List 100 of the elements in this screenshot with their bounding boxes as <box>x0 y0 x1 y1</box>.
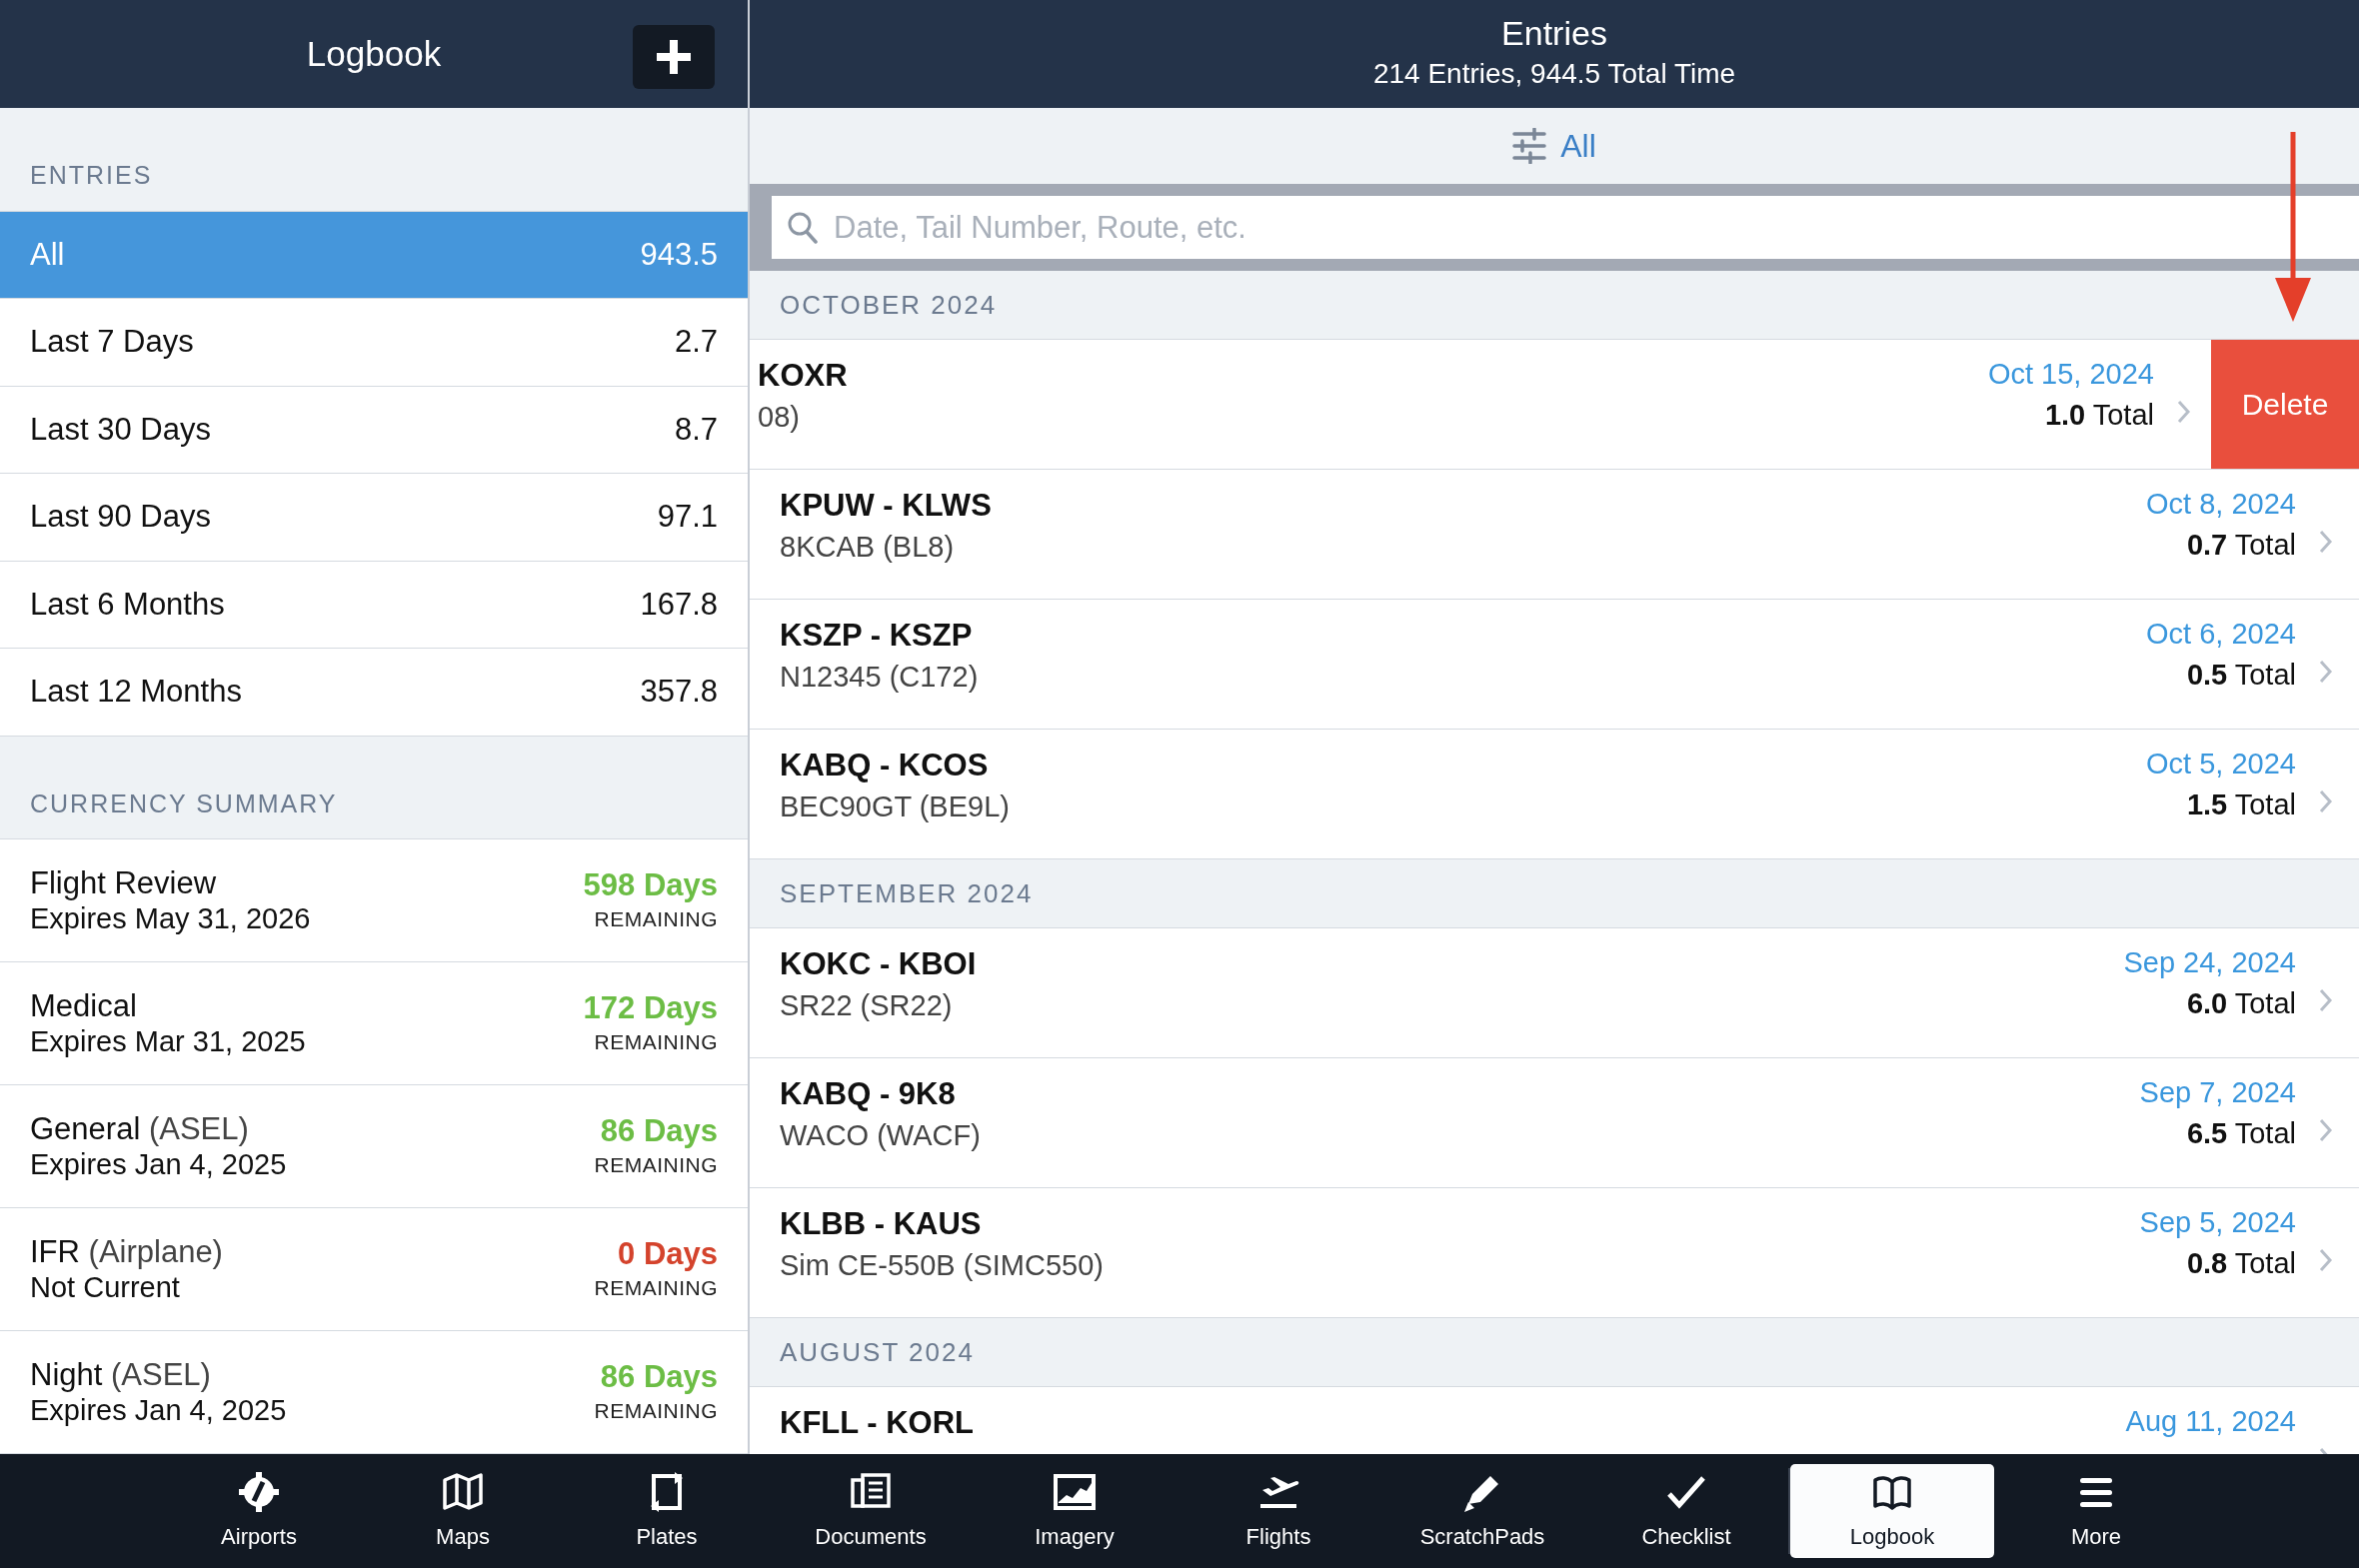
currency-row[interactable]: Flight Review Expires May 31, 2026 598 Days REMAINING <box>0 839 748 962</box>
entry-total: 6.5 Total <box>2185 1115 2296 1151</box>
currency-name: Medical <box>30 987 138 1025</box>
tab[interactable]: Plates <box>565 1464 769 1558</box>
currency-row[interactable]: Night (ASEL) Expires Jan 4, 2025 86 Days REMAINING <box>0 1331 748 1454</box>
chevron-icon <box>2318 1116 2333 1143</box>
entry-aircraft: N12345 (C172) <box>780 660 980 696</box>
search-field[interactable]: Date, Tail Number, Route, etc. <box>772 196 2359 259</box>
row-value: 167.8 <box>640 585 718 624</box>
entry-aircraft: 08) <box>758 400 801 436</box>
remaining-label: REMAINING <box>593 905 718 932</box>
entry-total: 0.8 Total <box>2185 1245 2296 1281</box>
tab[interactable]: Flights <box>1177 1464 1380 1558</box>
entry-date: Sep 5, 2024 <box>2139 1205 2296 1240</box>
entry-aircraft: SR22 (SR22) <box>780 988 954 1024</box>
days-count: 86 Days <box>599 1357 718 1395</box>
currency-detail: Expires Jan 4, 2025 <box>30 1147 287 1182</box>
chevron-icon <box>2176 398 2191 425</box>
tab[interactable]: Imagery <box>973 1464 1177 1558</box>
filter-row[interactable]: Last 6 Months 167.8 <box>0 561 748 649</box>
entry-aircraft: Sim CE-550B (SIMC550) <box>780 1248 1105 1284</box>
row-label: Last 6 Months <box>30 585 225 624</box>
entry-aircraft: WACO (WACF) <box>780 1118 982 1154</box>
filter-row[interactable]: Last 90 Days 97.1 <box>0 474 748 562</box>
remaining-label: REMAINING <box>593 1028 718 1055</box>
currency-name: General (ASEL) <box>30 1110 250 1148</box>
row-label: Last 30 Days <box>30 410 211 449</box>
filter-icon <box>1512 128 1547 164</box>
delete-button[interactable]: Delete <box>2211 340 2359 469</box>
currency-name: Flight Review <box>30 864 218 902</box>
entry-date: Aug 11, 2024 <box>2125 1404 2296 1439</box>
entry-route: KABQ - KCOS <box>780 747 990 784</box>
tab[interactable]: Airports <box>157 1464 361 1558</box>
compass-icon <box>237 1469 281 1514</box>
entry-row[interactable]: KABQ - KCOS BEC90GT (BE9L) Oct 5, 2024 1.5 Total <box>750 730 2359 858</box>
filter-row[interactable]: Last 7 Days 2.7 <box>0 299 748 387</box>
entry-row[interactable]: KSZP - KSZP N12345 (C172) Oct 6, 2024 0.5 Total <box>750 600 2359 729</box>
chevron-icon <box>2318 787 2333 814</box>
row-label: Last 7 Days <box>30 323 194 361</box>
days-count: 86 Days <box>599 1111 718 1149</box>
entry-total: 1.0 Total <box>2043 397 2154 433</box>
entry-row[interactable]: KPUW - KLWS 8KCAB (BL8) Oct 8, 2024 0.7 Total <box>750 470 2359 599</box>
currency-detail: Not Current <box>30 1270 181 1305</box>
currency-detail: Expires Jan 4, 2025 <box>30 1393 287 1428</box>
entry-row[interactable]: KOKC - KBOI SR22 (SR22) Sep 24, 2024 6.0 Total <box>750 928 2359 1057</box>
tab[interactable]: More <box>1994 1464 2198 1558</box>
filter-button[interactable]: All <box>750 108 2359 184</box>
header-subtitle: 214 Entries, 944.5 Total Time <box>1372 57 1736 92</box>
chevron-icon <box>2318 658 2333 685</box>
entry-route: KFLL - KORL <box>780 1404 975 1442</box>
chevron-icon <box>2318 528 2333 555</box>
tab[interactable]: ScratchPads <box>1380 1464 1584 1558</box>
tab[interactable]: Logbook <box>1790 1464 1994 1558</box>
filter-row[interactable]: Last 30 Days 8.7 <box>0 386 748 474</box>
entry-date: Oct 15, 2024 <box>1987 357 2154 392</box>
entry-row[interactable]: KOXR 08) Oct 15, 2024 1.0 Total <box>750 340 2211 469</box>
currency-row[interactable]: Medical Expires Mar 31, 2025 172 Days REMAINING <box>0 962 748 1085</box>
entry-row[interactable]: KLBB - KAUS Sim CE-550B (SIMC550) Sep 5, 2024 0.8 Total <box>750 1188 2359 1317</box>
currency-row[interactable]: General (ASEL) Expires Jan 4, 2025 86 Days REMAINING <box>0 1085 748 1208</box>
entry-total: 0.7 Total <box>2185 527 2296 563</box>
days-count: 598 Days <box>583 865 718 903</box>
tab[interactable]: Maps <box>361 1464 565 1558</box>
entry-date: Oct 8, 2024 <box>2146 487 2296 522</box>
chevron-icon <box>2318 986 2333 1013</box>
plus-icon <box>657 40 691 74</box>
entry-aircraft: 8KCAB (BL8) <box>780 530 956 566</box>
currency-row[interactable]: IFR (Airplane) Not Current 0 Days REMAINING <box>0 1208 748 1331</box>
remaining-label: REMAINING <box>594 1397 718 1424</box>
days-count: 0 Days <box>617 1234 718 1272</box>
search-icon <box>788 212 818 244</box>
row-label: Last 12 Months <box>30 673 242 711</box>
entry-row[interactable]: KABQ - 9K8 WACO (WACF) Sep 7, 2024 6.5 Total <box>750 1058 2359 1187</box>
entry-aircraft: BEC90GT (BE9L) <box>780 789 1011 825</box>
entry-total: 1.5 Total <box>2185 786 2296 822</box>
currency-name: Night (ASEL) <box>30 1356 212 1394</box>
row-label: Last 90 Days <box>30 498 211 536</box>
currency-detail: Expires Mar 31, 2025 <box>30 1024 306 1059</box>
entry-date: Sep 7, 2024 <box>2139 1075 2296 1110</box>
entry-total: 0.5 Total <box>2185 657 2296 693</box>
tab[interactable]: Checklist <box>1584 1464 1788 1558</box>
row-value: 943.5 <box>640 235 718 274</box>
header-title: Entries <box>1501 12 1607 54</box>
currency-name: IFR (Airplane) <box>30 1233 223 1271</box>
entry-date: Oct 6, 2024 <box>2146 617 2296 652</box>
section-heading: ENTRIES <box>0 108 748 212</box>
entry-total: 6.0 Total <box>2185 985 2296 1021</box>
filter-row[interactable]: Last 12 Months 357.8 <box>0 649 748 737</box>
row-label: All <box>30 235 65 274</box>
entry-route: KLBB - KAUS <box>780 1205 983 1243</box>
remaining-label: REMAINING <box>594 1151 718 1178</box>
entry-route: KOKC - KBOI <box>780 945 978 983</box>
entry-route: KPUW - KLWS <box>780 487 993 525</box>
entry-date: Oct 5, 2024 <box>2146 747 2296 782</box>
days-count: 172 Days <box>583 988 718 1026</box>
tab[interactable]: Documents <box>769 1464 973 1558</box>
sidebar-title: Logbook <box>306 32 442 75</box>
add-button[interactable] <box>633 25 715 89</box>
entry-route: KABQ - 9K8 <box>780 1075 957 1113</box>
entry-date: Sep 24, 2024 <box>2123 945 2296 980</box>
row-value: 2.7 <box>674 323 718 361</box>
